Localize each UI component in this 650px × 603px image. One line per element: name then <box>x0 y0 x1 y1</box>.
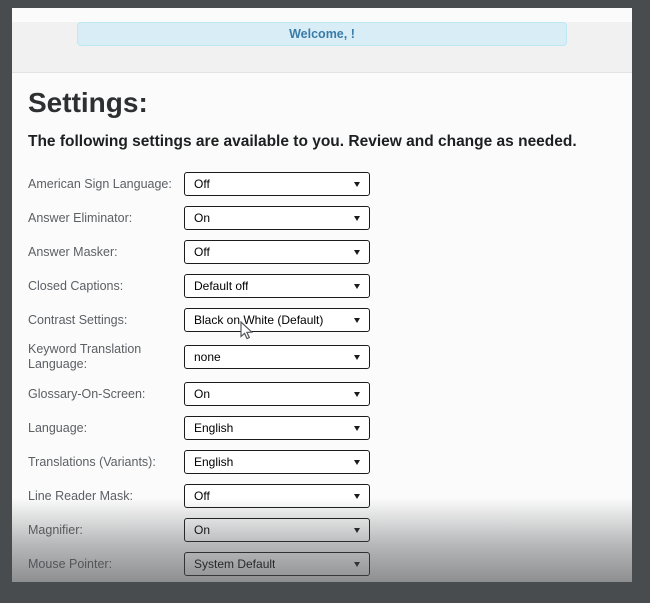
setting-select-value: Off <box>194 245 210 259</box>
setting-row: Closed Captions: Default off <box>28 274 616 298</box>
setting-row: Glossary-On-Screen: On <box>28 382 616 406</box>
setting-row: American Sign Language: Off <box>28 172 616 196</box>
dropdown-arrow-icon <box>354 355 360 360</box>
page-title: Settings: <box>28 89 616 117</box>
setting-select[interactable]: On <box>184 518 370 542</box>
setting-select-value: none <box>194 350 221 364</box>
dropdown-arrow-icon <box>354 562 360 567</box>
setting-select[interactable]: Black on White (Default) <box>184 308 370 332</box>
setting-row: Line Reader Mask: Off <box>28 484 616 508</box>
setting-select[interactable]: English <box>184 450 370 474</box>
setting-select[interactable]: English <box>184 416 370 440</box>
dropdown-arrow-icon <box>354 318 360 323</box>
setting-label: Answer Masker: <box>28 245 184 260</box>
settings-page: Welcome, ! Settings: The following setti… <box>12 8 632 582</box>
setting-row: Language: English <box>28 416 616 440</box>
dropdown-arrow-icon <box>354 182 360 187</box>
dropdown-arrow-icon <box>354 392 360 397</box>
setting-select-value: Black on White (Default) <box>194 313 323 327</box>
dropdown-arrow-icon <box>354 216 360 221</box>
setting-label: Mouse Pointer: <box>28 557 184 572</box>
setting-select[interactable]: Off <box>184 240 370 264</box>
setting-select-value: On <box>194 211 210 225</box>
setting-label: Magnifier: <box>28 523 184 538</box>
setting-row: Answer Eliminator: On <box>28 206 616 230</box>
setting-select[interactable]: System Default <box>184 552 370 576</box>
setting-row: Magnifier: On <box>28 518 616 542</box>
dropdown-arrow-icon <box>354 528 360 533</box>
dropdown-arrow-icon <box>354 494 360 499</box>
settings-content: Settings: The following settings are ava… <box>12 89 632 582</box>
setting-select[interactable]: Off <box>184 172 370 196</box>
setting-select[interactable]: Default off <box>184 274 370 298</box>
setting-row: Answer Masker: Off <box>28 240 616 264</box>
setting-row: Keyword Translation Language: none <box>28 342 616 372</box>
setting-label: Keyword Translation Language: <box>28 342 184 372</box>
dropdown-arrow-icon <box>354 426 360 431</box>
page-header: Welcome, ! <box>12 22 632 73</box>
setting-row: Contrast Settings: Black on White (Defaul… <box>28 308 616 332</box>
page-subtitle: The following settings are available to … <box>28 133 616 151</box>
dropdown-arrow-icon <box>354 460 360 465</box>
setting-select-value: English <box>194 421 233 435</box>
setting-select-value: System Default <box>194 557 275 571</box>
setting-label: Language: <box>28 421 184 436</box>
welcome-banner-text: Welcome, ! <box>289 27 355 41</box>
setting-select-value: On <box>194 387 210 401</box>
setting-label: Answer Eliminator: <box>28 211 184 226</box>
dropdown-arrow-icon <box>354 250 360 255</box>
setting-select-value: Default off <box>194 279 248 293</box>
setting-label: Translations (Variants): <box>28 455 184 470</box>
setting-select-value: English <box>194 455 233 469</box>
dropdown-arrow-icon <box>354 284 360 289</box>
setting-select-value: Off <box>194 177 210 191</box>
setting-label: Contrast Settings: <box>28 313 184 328</box>
setting-label: Line Reader Mask: <box>28 489 184 504</box>
setting-select-value: Off <box>194 489 210 503</box>
video-frame: { "banner": { "text": "Welcome, !" }, "p… <box>0 0 650 603</box>
setting-label: Closed Captions: <box>28 279 184 294</box>
setting-row: Mouse Pointer: System Default <box>28 552 616 576</box>
setting-label: American Sign Language: <box>28 177 184 192</box>
settings-list: American Sign Language: Off Answer Elimina… <box>28 172 616 582</box>
setting-row: Translations (Variants): English <box>28 450 616 474</box>
welcome-banner: Welcome, ! <box>77 22 567 46</box>
setting-select[interactable]: Off <box>184 484 370 508</box>
setting-select[interactable]: On <box>184 206 370 230</box>
setting-label: Glossary-On-Screen: <box>28 387 184 402</box>
setting-select-value: On <box>194 523 210 537</box>
setting-select[interactable]: none <box>184 345 370 369</box>
setting-select[interactable]: On <box>184 382 370 406</box>
